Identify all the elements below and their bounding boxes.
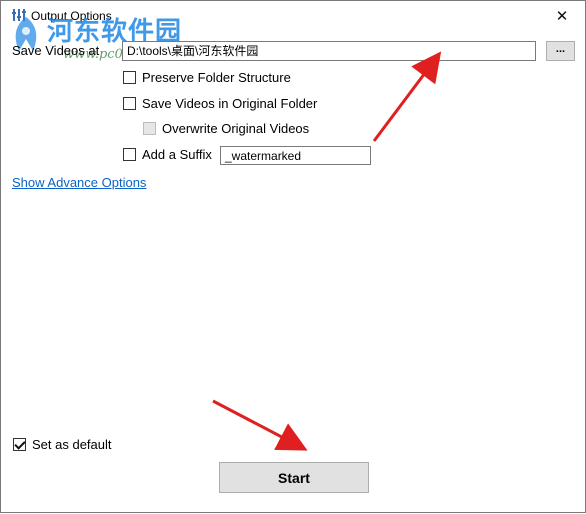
overwrite-label: Overwrite Original Videos bbox=[162, 121, 310, 136]
set-default-checkbox[interactable] bbox=[13, 438, 26, 451]
save-videos-label: Save Videos at bbox=[12, 43, 100, 58]
annotation-arrow-start bbox=[212, 399, 308, 451]
annotation-arrow-path bbox=[372, 51, 442, 142]
close-icon: ✕ bbox=[555, 8, 569, 25]
overwrite-checkbox[interactable] bbox=[143, 122, 156, 135]
browse-button[interactable]: ... bbox=[546, 41, 575, 61]
save-path-input[interactable]: D:\tools\桌面\河东软件园 bbox=[122, 41, 536, 61]
save-original-label: Save Videos in Original Folder bbox=[142, 96, 318, 111]
start-button[interactable]: Start bbox=[219, 462, 369, 493]
suffix-input[interactable]: _watermarked bbox=[220, 146, 371, 165]
add-suffix-checkbox[interactable] bbox=[123, 148, 136, 161]
show-advance-options-link[interactable]: Show Advance Options bbox=[12, 175, 146, 190]
close-button[interactable]: ✕ bbox=[539, 1, 585, 31]
preserve-folder-checkbox[interactable] bbox=[123, 71, 136, 84]
add-suffix-label: Add a Suffix bbox=[142, 147, 212, 162]
set-default-label: Set as default bbox=[32, 437, 112, 452]
preserve-folder-label: Preserve Folder Structure bbox=[142, 70, 291, 85]
save-original-checkbox[interactable] bbox=[123, 97, 136, 110]
output-options-window: Output Options ✕ 河东软件园 www.pc0359.cn Sav… bbox=[0, 0, 586, 513]
